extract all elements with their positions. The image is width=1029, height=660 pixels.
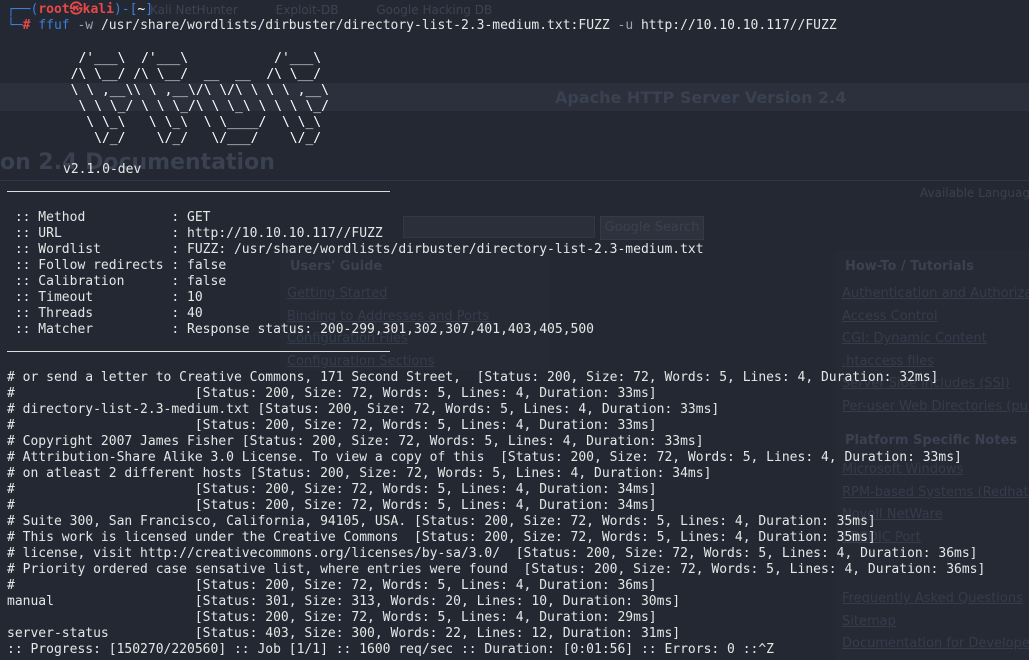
result-line: # [Status: 200, Size: 72, Words: 5, Line…: [7, 498, 657, 513]
version-label: v2.1.0-dev: [63, 162, 142, 177]
result-line: # [Status: 200, Size: 72, Words: 5, Line…: [7, 578, 657, 593]
logo-line: \ \ \_/ \ \ \_/\ \ \_\ \ \ \ \_/: [55, 99, 329, 114]
logo-line: \ \ ,__\\ \ ,__\/\ \/\ \ \ \ ,__\: [55, 83, 329, 98]
result-line: # license, visit http://creativecommons.…: [7, 546, 978, 561]
prompt-line-top: ┌──(root㉿kali)-[~]: [7, 2, 154, 17]
result-line: # [Status: 200, Size: 72, Words: 5, Line…: [7, 482, 657, 497]
result-line: # Copyright 2007 James Fisher [Status: 2…: [7, 434, 704, 449]
command-name: ffuf: [38, 18, 70, 33]
result-line: # or send a letter to Creative Commons, …: [7, 370, 939, 385]
separator-rule: [7, 351, 390, 352]
result-line: # [Status: 200, Size: 72, Words: 5, Line…: [7, 386, 657, 401]
result-line: # Priority ordered case sensative list, …: [7, 562, 986, 577]
result-line: # Attribution-Share Alike 3.0 License. T…: [7, 450, 962, 465]
url-argument: http://10.10.10.117//FUZZ: [640, 18, 837, 33]
logo-line: \/_/ \/_/ \/___/ \/_/: [55, 131, 322, 146]
logo-line: /\ \__/ /\ \__/ __ __ /\ \__/: [55, 67, 322, 82]
config-line: :: Threads : 40: [7, 306, 203, 321]
config-line: :: Calibration : false: [7, 274, 227, 289]
result-line-server-status: server-status [Status: 403, Size: 300, W…: [7, 626, 681, 641]
logo-line: \ \_\ \ \_\ \ \____/ \ \_\: [55, 115, 322, 130]
result-line: [Status: 200, Size: 72, Words: 5, Lines:…: [7, 610, 657, 625]
terminal-window[interactable]: ┌──(root㉿kali)-[~] └─# ffuf -w /usr/shar…: [0, 0, 1029, 660]
prompt-user-host: root㉿kali: [38, 2, 114, 17]
result-line: # [Status: 200, Size: 72, Words: 5, Line…: [7, 418, 657, 433]
ffuf-ascii-logo: /'___\ /'___\ /'___\ /\ \__/ /\ \__/ __ …: [55, 51, 329, 147]
result-line: # This work is licensed under the Creati…: [7, 530, 876, 545]
progress-status-line: :: Progress: [150270/220560] :: Job [1/1…: [7, 642, 775, 657]
logo-line: /'___\ /'___\ /'___\: [55, 51, 322, 66]
result-line: # on atleast 2 different hosts [Status: …: [7, 466, 712, 481]
config-line: :: URL : http://10.10.10.117//FUZZ: [7, 226, 383, 241]
separator-rule: [7, 191, 390, 192]
config-line: :: Matcher : Response status: 200-299,30…: [7, 322, 594, 337]
wordlist-argument: /usr/share/wordlists/dirbuster/directory…: [100, 18, 610, 33]
result-line-manual: manual [Status: 301, Size: 313, Words: 2…: [7, 594, 681, 609]
command-line: └─# ffuf -w /usr/share/wordlists/dirbust…: [7, 18, 837, 33]
config-line: :: Timeout : 10: [7, 290, 203, 305]
config-line: :: Follow redirects : false: [7, 258, 227, 273]
result-line: # Suite 300, San Francisco, California, …: [7, 514, 876, 529]
config-line: :: Method : GET: [7, 210, 211, 225]
config-line: :: Wordlist : FUZZ: /usr/share/wordlists…: [7, 242, 704, 257]
result-line: # directory-list-2.3-medium.txt [Status:…: [7, 402, 720, 417]
